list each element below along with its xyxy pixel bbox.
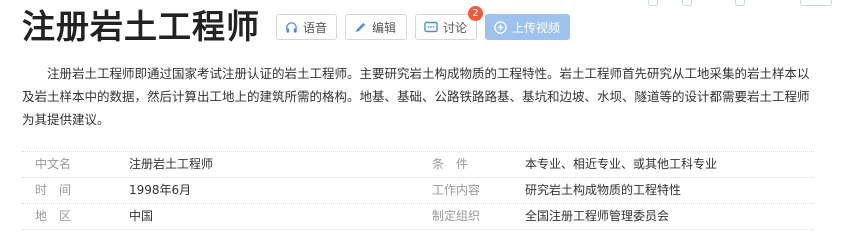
upload-video-button[interactable]: 上传视频 xyxy=(485,14,570,40)
info-value: 本专业、相近专业、或其他工科专业 xyxy=(525,157,718,171)
info-value: 1998年6月 xyxy=(129,183,192,197)
info-label: 条 件 xyxy=(432,157,469,171)
info-row: 时 间 1998年6月 工作内容 研究岩土构成物质的工程特性 xyxy=(22,178,814,204)
info-label: 中文名 xyxy=(35,157,72,171)
info-label: 时 间 xyxy=(35,183,72,197)
info-value: 中国 xyxy=(129,209,154,223)
info-label: 地 区 xyxy=(35,209,72,223)
upload-video-label: 上传视频 xyxy=(512,20,561,35)
discuss-count-badge: 2 xyxy=(468,6,483,21)
summary-paragraph: 注册岩土工程师即通过国家考试注册认证的岩土工程师。主要研究岩土构成物质的工程特性… xyxy=(22,66,810,127)
voice-label: 语音 xyxy=(303,20,328,35)
comment-icon xyxy=(424,21,438,34)
edit-label: 编辑 xyxy=(372,20,397,35)
basic-info-table: 中文名 注册岩土工程师 条 件 本专业、相近专业、或其他工科专业 时 间 199… xyxy=(22,151,814,230)
edit-button[interactable]: 编辑 xyxy=(345,14,407,40)
info-row: 地 区 中国 制定组织 全国注册工程师管理委员会 xyxy=(22,204,814,230)
info-label: 工作内容 xyxy=(432,183,481,197)
info-value: 研究岩土构成物质的工程特性 xyxy=(525,183,682,197)
info-value: 全国注册工程师管理委员会 xyxy=(525,209,670,223)
discuss-label: 讨论 xyxy=(443,20,468,35)
pencil-icon xyxy=(354,21,367,34)
page-title: 注册岩土工程师 xyxy=(22,7,260,46)
discuss-button[interactable]: 讨论 xyxy=(415,14,477,40)
headphones-icon xyxy=(285,21,298,34)
voice-button[interactable]: 语音 xyxy=(276,14,337,40)
top-toolbar-edge xyxy=(640,0,840,6)
info-label: 制定组织 xyxy=(432,209,481,223)
plus-circle-icon xyxy=(494,20,507,34)
info-value: 注册岩土工程师 xyxy=(129,157,214,171)
info-row: 中文名 注册岩土工程师 条 件 本专业、相近专业、或其他工科专业 xyxy=(22,151,814,178)
